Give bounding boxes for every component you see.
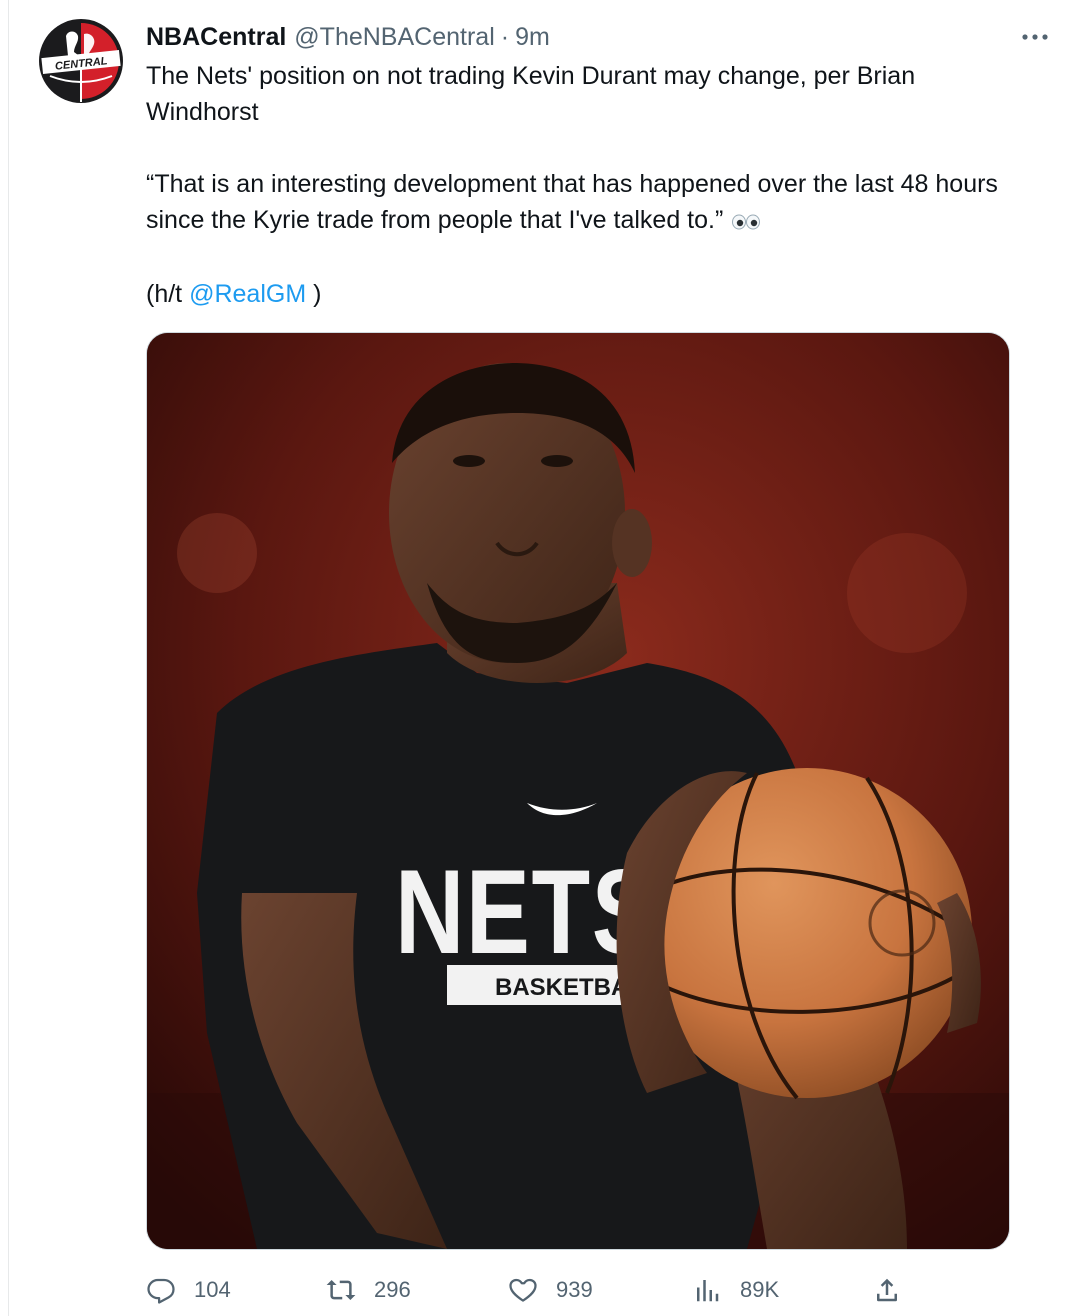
mention-link[interactable]: @RealGM [189, 280, 306, 308]
ht-prefix: (h/t [146, 280, 190, 308]
nba-central-logo: CENTRAL [39, 19, 123, 103]
avatar[interactable]: CENTRAL [38, 18, 124, 104]
tweet-headline: The Nets' position on not trading Kevin … [146, 62, 916, 126]
tweet-photo[interactable]: NETS BASKETBALL [146, 332, 1010, 1250]
like-count: 939 [556, 1277, 593, 1302]
retweet-count: 296 [374, 1277, 411, 1302]
reply-icon [147, 1278, 175, 1304]
display-name[interactable]: NBACentral [146, 23, 286, 52]
retweet-icon [326, 1280, 356, 1300]
tweet-quote: “That is an interesting development that… [146, 166, 1026, 240]
tweet-header: NBACentral @TheNBACentral · 9m [146, 20, 550, 54]
share-icon [877, 1278, 897, 1302]
ht-suffix: ) [306, 280, 322, 308]
more-options-button[interactable] [1012, 22, 1058, 52]
tweet-actions: 104 296 939 89K [146, 1268, 1066, 1312]
more-icon [1022, 34, 1048, 40]
separator-dot: · [500, 22, 510, 51]
user-handle[interactable]: @TheNBACentral [294, 23, 494, 52]
heart-icon [509, 1278, 537, 1302]
player-photo-illustration: NETS BASKETBALL [147, 333, 1009, 1249]
views-count: 89K [740, 1277, 780, 1302]
reply-button[interactable]: 104 [146, 1268, 231, 1312]
quote-text: “That is an interesting development that… [146, 170, 998, 234]
timeline-border [8, 0, 9, 1316]
timestamp[interactable]: 9m [515, 23, 550, 52]
share-button[interactable] [872, 1268, 902, 1312]
eyes-emoji-icon [731, 204, 761, 240]
views-button[interactable]: 89K [692, 1268, 779, 1312]
reply-count: 104 [194, 1277, 231, 1302]
retweet-button[interactable]: 296 [326, 1268, 411, 1312]
like-button[interactable]: 939 [508, 1268, 593, 1312]
views-chart-icon [697, 1280, 719, 1302]
tweet-text: The Nets' position on not trading Kevin … [146, 58, 1026, 312]
hat-tip-line: (h/t @RealGM ) [146, 276, 1026, 312]
